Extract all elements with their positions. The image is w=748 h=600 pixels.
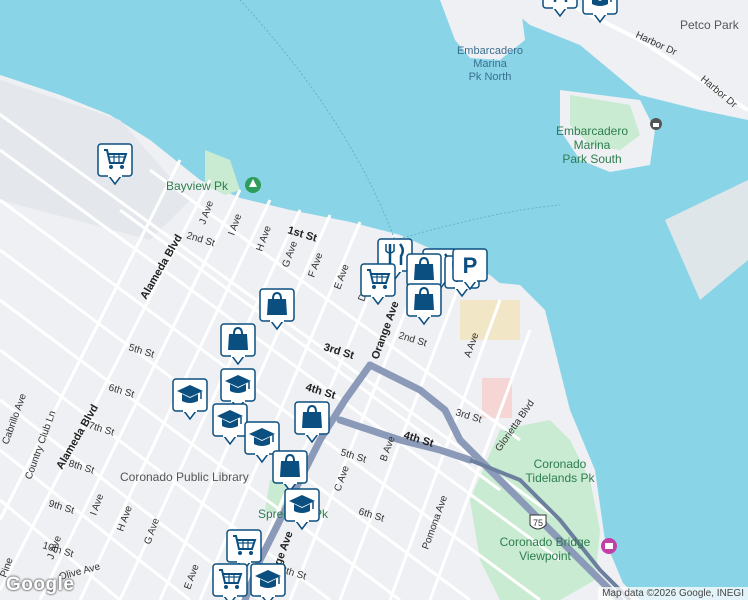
marker-cart-south-2[interactable] bbox=[212, 563, 248, 600]
label-bridge-viewpoint-1: Coronado Bridge bbox=[500, 535, 591, 549]
label-embarcadero-north-1: Embarcadero bbox=[457, 45, 523, 57]
route-75-label: 75 bbox=[533, 518, 543, 528]
parking-icon: P bbox=[463, 253, 478, 278]
route-75-shield: 75 bbox=[529, 514, 547, 530]
label-embarcadero-south-3: Park South bbox=[562, 152, 621, 166]
label-library: Coronado Public Library bbox=[120, 470, 249, 484]
label-embarcadero-north-3: Pk North bbox=[469, 71, 512, 83]
viewpoint-icon bbox=[601, 538, 617, 554]
medical-area bbox=[482, 378, 512, 418]
map-attribution[interactable]: Map data ©2026 Google, INEGI bbox=[598, 587, 748, 600]
park-icon-bayview bbox=[245, 177, 261, 193]
hotel-del-grounds bbox=[460, 300, 520, 340]
label-bridge-viewpoint-2: Viewpoint bbox=[519, 549, 571, 563]
label-embarcadero-south-2: Marina bbox=[574, 138, 611, 152]
label-petco-park: Petco Park bbox=[680, 18, 740, 32]
lock-icon-downtown bbox=[650, 118, 662, 130]
label-bayview-pk: Bayview Pk bbox=[166, 179, 229, 193]
map-canvas[interactable]: Embarcadero Marina Pk North Embarcadero … bbox=[0, 0, 748, 600]
label-tidelands-1: Coronado bbox=[534, 457, 587, 471]
label-embarcadero-south-1: Embarcadero bbox=[556, 124, 628, 138]
label-tidelands-2: Tidelands Pk bbox=[526, 471, 596, 485]
marker-cap-south[interactable] bbox=[250, 563, 286, 600]
label-embarcadero-north-2: Marina bbox=[473, 58, 508, 70]
google-logo: Google bbox=[6, 574, 75, 595]
